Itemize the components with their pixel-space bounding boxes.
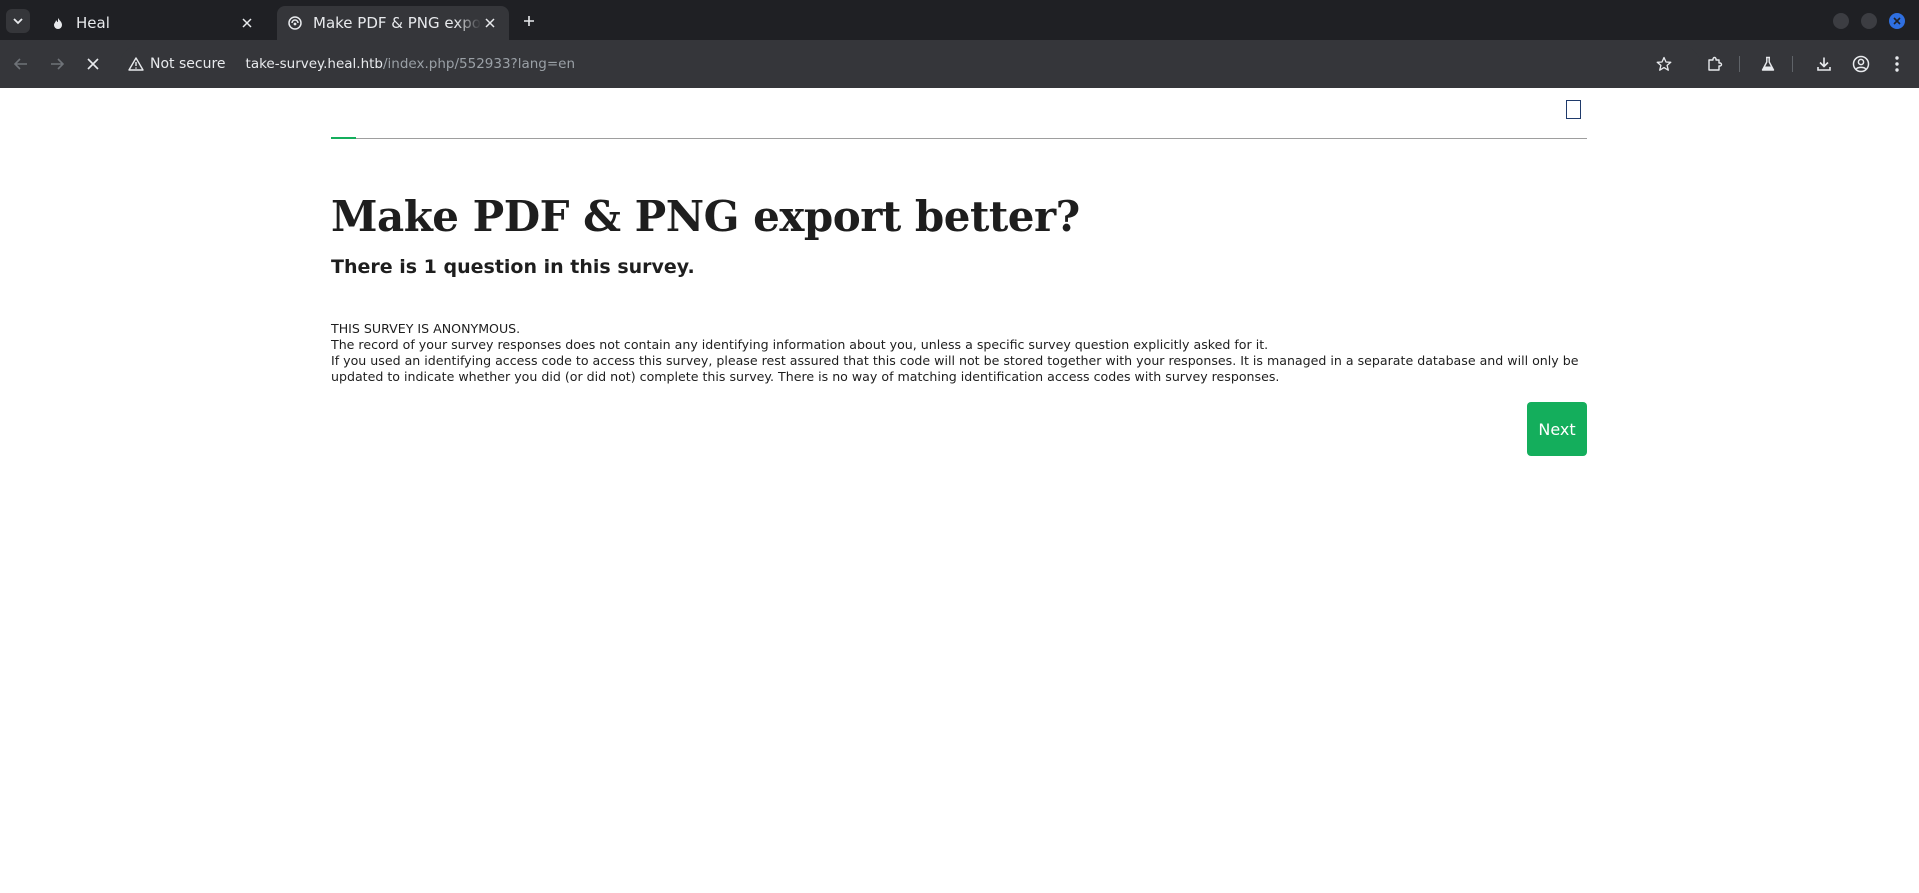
extensions-button[interactable] [1703,52,1727,76]
anonymity-text: If you used an identifying access code t… [331,353,1579,384]
next-button[interactable]: Next [1527,402,1587,456]
toolbar-divider [1792,56,1793,72]
warning-icon [128,57,144,71]
anonymity-text: The record of your survey responses does… [331,337,1269,352]
flame-icon [50,15,66,31]
browser-menu-button[interactable] [1885,52,1909,76]
browser-toolbar: Not secure take-survey.heal.htb/index.ph… [0,40,1919,88]
close-icon [1893,17,1901,25]
profile-button[interactable] [1849,52,1873,76]
survey-icon [287,15,303,31]
tab-search-button[interactable] [6,9,30,33]
url-text[interactable]: take-survey.heal.htb/index.php/552933?la… [246,56,576,72]
close-icon [87,58,99,70]
survey-title: Make PDF & PNG export better? [331,192,1080,241]
tab-title: Make PDF & PNG export better? [313,14,481,32]
url-path: /index.php/552933?lang=en [383,56,576,72]
close-tab-icon[interactable] [481,14,499,32]
stop-loading-button[interactable] [81,52,105,76]
star-icon [1656,56,1672,71]
anonymity-notice: THIS SURVEY IS ANONYMOUS. The record of … [331,321,1591,385]
security-indicator[interactable]: Not secure [128,51,234,77]
survey-page: Make PDF & PNG export better? There is 1… [0,88,1919,893]
maximize-button[interactable] [1861,13,1877,29]
minimize-button[interactable] [1833,13,1849,29]
question-count: There is 1 question in this survey. [331,256,695,278]
language-selector[interactable] [1566,100,1581,119]
account-circle-icon [1852,55,1870,73]
more-vertical-icon [1895,56,1899,72]
puzzle-icon [1708,56,1723,71]
security-label: Not secure [150,56,226,72]
tab-survey[interactable]: Make PDF & PNG export better? [277,6,509,40]
downloads-button[interactable] [1812,52,1836,76]
chevron-down-icon [13,18,23,25]
flask-icon [1761,56,1775,71]
plus-icon [524,16,534,26]
url-host: take-survey.heal.htb [245,56,383,72]
progress-bar [331,138,1587,139]
back-button[interactable] [9,52,33,76]
progress-bar-fill [331,137,356,139]
tab-title: Heal [76,14,110,32]
anonymity-heading: THIS SURVEY IS ANONYMOUS. [331,321,521,336]
bookmark-button[interactable] [1652,52,1676,76]
forward-button[interactable] [45,52,69,76]
new-tab-button[interactable] [518,10,540,32]
address-bar[interactable]: Not secure take-survey.heal.htb/index.ph… [120,46,1700,82]
arrow-left-icon [14,58,27,70]
tab-bar: Heal Make PDF & PNG export better? [0,0,1919,40]
labs-button[interactable] [1756,52,1780,76]
arrow-right-icon [51,58,64,70]
tab-heal[interactable]: Heal [40,6,266,40]
close-window-button[interactable] [1889,13,1905,29]
close-tab-icon[interactable] [238,14,256,32]
download-icon [1817,57,1831,71]
toolbar-divider [1739,56,1740,72]
